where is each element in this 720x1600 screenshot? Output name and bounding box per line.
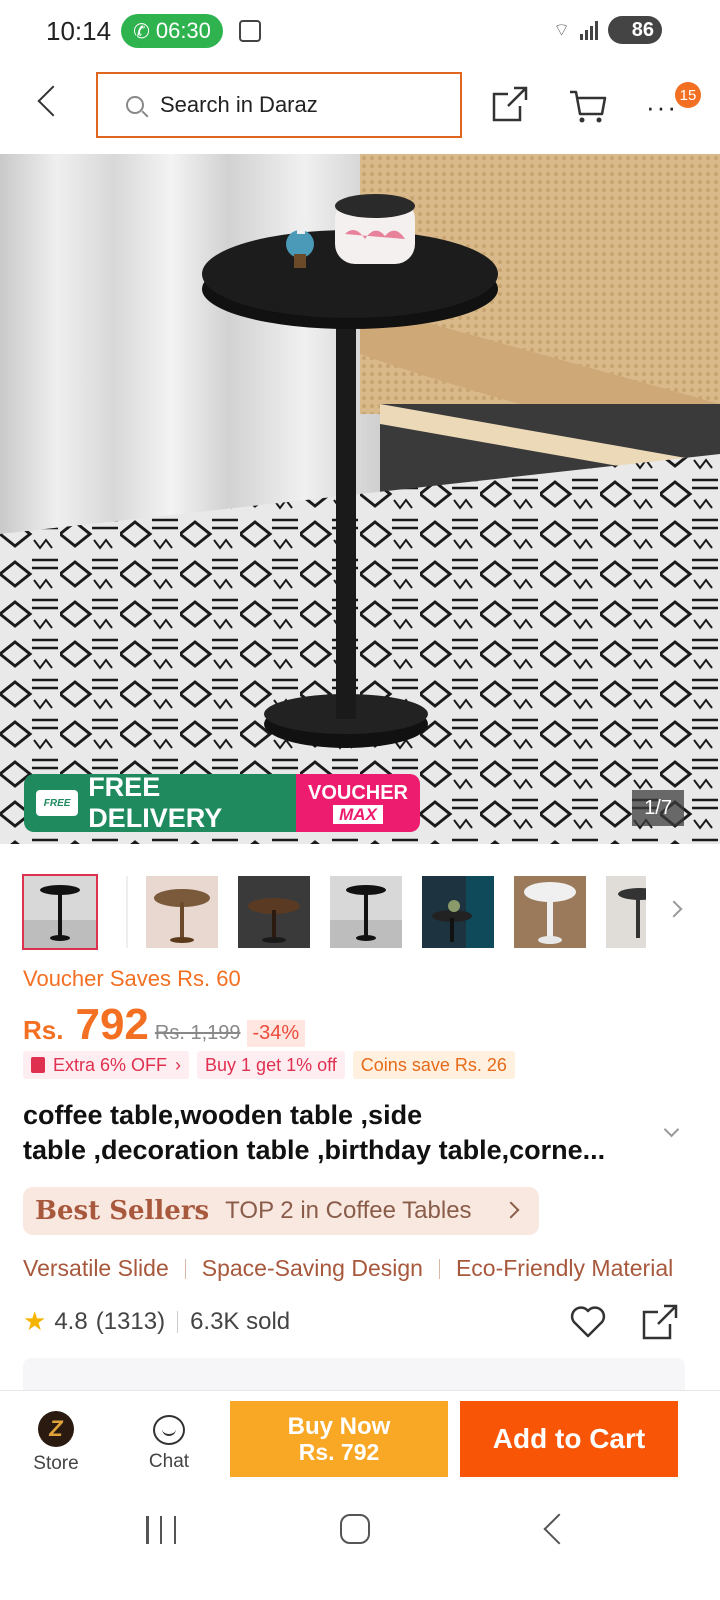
chat-button[interactable]: Chat	[134, 1415, 204, 1479]
chevron-right-icon: ›	[175, 1054, 182, 1075]
voucher-label: VOUCHER	[307, 781, 408, 804]
call-timer: 06:30	[155, 18, 211, 43]
coupon-icon	[31, 1057, 45, 1073]
thumbnail-3[interactable]	[238, 876, 310, 948]
buy-now-price: Rs. 792	[298, 1438, 380, 1465]
recent-apps-icon[interactable]	[146, 1516, 176, 1544]
extra-off-tag[interactable]: Extra 6% OFF ›	[23, 1051, 190, 1079]
system-nav-bar	[0, 1486, 720, 1600]
thumbnail-2[interactable]	[146, 876, 218, 948]
chevron-right-icon[interactable]	[668, 900, 686, 918]
free-delivery-badge: FREE FREE DELIVERY	[24, 774, 296, 832]
status-time: 10:14	[46, 15, 112, 46]
signal-icon	[580, 20, 598, 40]
top-header: ···	[0, 62, 720, 154]
best-sellers-label: Best Sellers	[35, 1196, 210, 1226]
thumbnail-strip	[22, 874, 702, 952]
battery-level: 86	[631, 18, 654, 41]
search-bar[interactable]	[96, 72, 462, 138]
store-logo-icon: Z	[38, 1411, 74, 1447]
add-to-cart-label: Add to Cart	[492, 1423, 646, 1454]
search-input[interactable]	[160, 92, 420, 118]
feature-divider	[184, 1258, 186, 1279]
back-icon[interactable]	[543, 1513, 575, 1545]
extra-off-label: Extra 6% OFF	[53, 1054, 168, 1075]
feature-highlights: Versatile Slide Space-Saving Design Eco-…	[23, 1255, 673, 1282]
battery-indicator: 86	[608, 16, 662, 44]
thumbnail-divider	[126, 876, 128, 948]
promo-banner: FREE FREE DELIVERY VOUCHER MAX	[24, 774, 420, 832]
thumbnail-7[interactable]	[606, 876, 646, 948]
product-image[interactable]: FREE FREE DELIVERY VOUCHER MAX 1/7	[0, 154, 720, 844]
price-row: Rs. 792 Rs. 1,199 -34%	[23, 1000, 306, 1050]
promo-tags: Extra 6% OFF › Buy 1 get 1% off Coins sa…	[23, 1051, 515, 1079]
star-icon: ★	[23, 1306, 47, 1336]
heart-icon[interactable]	[568, 1302, 608, 1342]
voucher-max-label: MAX	[333, 804, 383, 824]
rating-row[interactable]: ★ 4.8 (1313) 6.3K sold	[23, 1306, 290, 1337]
cart-icon[interactable]	[568, 86, 608, 124]
rating-divider	[177, 1310, 179, 1333]
price-value: 792	[75, 1000, 149, 1049]
share-icon[interactable]	[640, 1302, 680, 1342]
delivery-truck-icon: FREE	[36, 790, 79, 816]
thumbnail-4[interactable]	[330, 876, 402, 948]
back-arrow-icon[interactable]	[34, 88, 64, 118]
search-icon	[126, 96, 144, 114]
thumbnail-6[interactable]	[514, 876, 586, 948]
store-label: Store	[33, 1453, 79, 1474]
thumbnail-1[interactable]	[22, 874, 98, 950]
thumbnail-5[interactable]	[422, 876, 494, 948]
product-title-line-2: table ,decoration table ,birthday table,…	[23, 1135, 606, 1165]
chat-label: Chat	[148, 1451, 190, 1472]
product-photo	[0, 154, 720, 844]
product-title-line-1: coffee table,wooden table ,side	[23, 1100, 423, 1130]
buy-get-tag[interactable]: Buy 1 get 1% off	[197, 1051, 345, 1079]
sold-count: 6.3K sold	[190, 1307, 291, 1335]
product-title[interactable]: coffee table,wooden table ,side table ,d…	[23, 1098, 663, 1168]
feature-divider	[438, 1258, 440, 1279]
buy-get-label: Buy 1 get 1% off	[205, 1054, 337, 1075]
phone-icon: ✆	[133, 20, 150, 43]
feature-item: Space-Saving Design	[201, 1255, 423, 1281]
coins-tag[interactable]: Coins save Rs. 26	[352, 1051, 515, 1079]
voucher-max-badge: VOUCHER MAX	[296, 774, 420, 832]
feature-item: Versatile Slide	[23, 1255, 169, 1281]
best-sellers-rank: TOP 2 in Coffee Tables	[225, 1197, 472, 1224]
coins-label: Coins save Rs. 26	[360, 1054, 507, 1075]
free-delivery-label: FREE DELIVERY	[88, 774, 223, 832]
feature-item: Eco-Friendly Material	[455, 1255, 674, 1281]
best-sellers-banner[interactable]: Best Sellers TOP 2 in Coffee Tables	[23, 1187, 539, 1235]
discount-badge: -34%	[246, 1020, 306, 1047]
chevron-down-icon[interactable]	[664, 1124, 680, 1140]
share-icon[interactable]	[490, 84, 530, 124]
original-price: Rs. 1,199	[154, 1022, 241, 1044]
rating-count: (1313)	[95, 1307, 166, 1335]
bottom-action-bar: Z Store Chat Buy Now Rs. 792 Add to Cart	[0, 1390, 720, 1486]
screenshot-icon	[238, 20, 261, 42]
buy-now-button[interactable]: Buy Now Rs. 792	[230, 1401, 448, 1477]
notification-badge: 15	[675, 82, 701, 108]
call-indicator[interactable]: ✆ 06:30	[121, 14, 223, 48]
image-counter: 1/7	[632, 790, 684, 826]
store-button[interactable]: Z Store	[22, 1411, 90, 1475]
next-section-peek	[23, 1358, 685, 1392]
status-bar: 10:14 ✆ 06:30 ⌔ 86	[0, 0, 720, 62]
add-to-cart-button[interactable]: Add to Cart	[460, 1401, 678, 1477]
chevron-right-icon	[502, 1201, 520, 1219]
voucher-savings: Voucher Saves Rs. 60	[23, 966, 241, 991]
wifi-icon: ⌔	[553, 19, 570, 40]
home-icon[interactable]	[340, 1514, 370, 1544]
chat-icon	[153, 1415, 185, 1445]
rating-value: 4.8	[54, 1307, 88, 1335]
buy-now-label: Buy Now	[287, 1413, 391, 1441]
price-currency: Rs.	[23, 1015, 64, 1045]
